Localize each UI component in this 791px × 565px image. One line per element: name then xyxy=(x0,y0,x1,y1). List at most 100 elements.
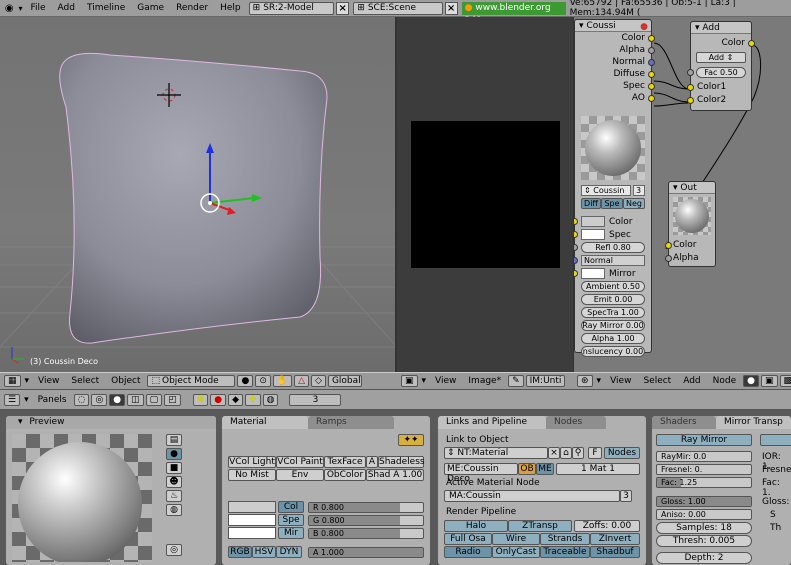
cushion-mesh[interactable] xyxy=(59,52,328,344)
shading-context-button[interactable]: ● xyxy=(109,393,126,406)
image-editor[interactable] xyxy=(397,17,573,372)
transp-fresnel-field[interactable]: Fresne xyxy=(762,465,791,475)
link-me-button[interactable]: ME xyxy=(536,463,554,475)
add-mode-select[interactable]: Add ⇕ xyxy=(696,52,746,63)
active-material-field[interactable]: MA:Coussin xyxy=(444,490,620,502)
hsv-mode-button[interactable]: HSV xyxy=(252,546,276,558)
output-node[interactable]: ▾ Out Color Alpha xyxy=(665,181,716,267)
raymir-slider[interactable]: RayMir: 0.0 xyxy=(656,451,752,462)
radio-button[interactable]: Radio xyxy=(444,546,492,558)
zoffs-field[interactable]: Zoffs: 0.00 xyxy=(574,520,640,532)
menu-game[interactable]: Game xyxy=(131,0,170,17)
node-menu-view[interactable]: View xyxy=(604,376,637,386)
editor-type-image[interactable]: ▣ xyxy=(401,375,418,387)
rgb-mode-button[interactable]: RGB xyxy=(228,546,252,558)
spe-button[interactable]: Spe xyxy=(278,514,304,526)
toggle-spe[interactable]: Spe xyxy=(601,198,623,209)
input-mirror-swatch[interactable] xyxy=(581,268,605,279)
node-menu-add[interactable]: Add xyxy=(677,376,706,386)
input-alpha[interactable]: Alpha 1.00 xyxy=(581,333,645,344)
input-refl[interactable]: Refl 0.80 xyxy=(581,242,645,253)
spe-swatch[interactable] xyxy=(228,514,276,526)
dyn-mode-button[interactable]: DYN xyxy=(276,546,302,558)
mode-selector[interactable]: ⬚ Object Mode xyxy=(147,375,236,387)
material-node-header[interactable]: ▾ Coussi ● xyxy=(575,20,651,32)
socket-in-color[interactable] xyxy=(574,218,578,225)
obcolor-button[interactable]: ObColor xyxy=(324,469,366,481)
node-material-users[interactable]: 3 xyxy=(633,185,645,196)
output-node-header[interactable]: ▾ Out xyxy=(669,182,715,194)
zinvert-button[interactable]: ZInvert xyxy=(590,533,640,545)
image-browse-button[interactable]: ✎ xyxy=(508,375,524,387)
pivot-select[interactable]: ⊙ xyxy=(255,375,271,387)
transp-thresh-field[interactable]: Th xyxy=(770,523,781,533)
socket-out-color[interactable] xyxy=(648,35,655,42)
screen-selector[interactable]: ⊞ SR:2-Model xyxy=(248,1,335,15)
material-subcontext-button[interactable]: ● xyxy=(210,393,227,406)
texture-subcontext-button[interactable]: ◆ xyxy=(228,393,244,406)
input-ambient[interactable]: Ambient 0.50 xyxy=(581,281,645,292)
node-editor[interactable]: ▾ Coussi ● Color Alpha Normal Diffuse Sp… xyxy=(573,17,791,372)
transp-fac-field[interactable]: Fac: 1. xyxy=(762,478,791,498)
vcol-light-button[interactable]: VCol Light xyxy=(228,456,276,468)
vp-menu-select[interactable]: Select xyxy=(65,376,105,386)
blue-slider[interactable]: B 0.800 xyxy=(308,528,424,539)
preview-refresh-button[interactable]: ◎ xyxy=(166,544,182,556)
tab-ramps[interactable]: Ramps xyxy=(308,416,394,429)
menu-toggle-icon[interactable]: ▾ xyxy=(18,4,22,13)
gloss-slider[interactable]: Gloss: 1.00 xyxy=(656,496,752,507)
vp-menu-object[interactable]: Object xyxy=(105,376,146,386)
red-slider[interactable]: R 0.800 xyxy=(308,502,424,513)
socket-out-normal[interactable] xyxy=(648,59,655,66)
shader-nodes-button[interactable]: ● xyxy=(743,375,759,387)
socket-out-ao[interactable] xyxy=(648,95,655,102)
menu-help[interactable]: Help xyxy=(214,0,247,17)
toggle-diff[interactable]: Diff xyxy=(581,198,601,209)
socket-add-out[interactable] xyxy=(748,40,755,47)
ztransp-button[interactable]: ZTransp xyxy=(508,520,572,532)
world-subcontext-button[interactable]: ◍ xyxy=(262,393,279,406)
tab-links-pipeline[interactable]: Links and Pipeline xyxy=(438,416,546,429)
preview-cube-button[interactable]: ■ xyxy=(166,462,182,474)
full-osa-button[interactable]: Full Osa xyxy=(444,533,492,545)
script-context-button[interactable]: ◎ xyxy=(91,393,108,406)
material-node[interactable]: ▾ Coussi ● Color Alpha Normal Diffuse Sp… xyxy=(574,19,655,357)
input-color-swatch[interactable] xyxy=(581,216,605,227)
onlycast-button[interactable]: OnlyCast xyxy=(492,546,540,558)
toggle-neg[interactable]: Neg xyxy=(623,198,645,209)
socket-in-normal[interactable] xyxy=(574,257,578,264)
shadbuf-button[interactable]: Shadbuf xyxy=(590,546,640,558)
node-menu-node[interactable]: Node xyxy=(707,376,743,386)
fac-slider[interactable]: Fac: 1.25 xyxy=(656,477,752,488)
tab-shaders[interactable]: Shaders xyxy=(652,416,716,429)
green-slider[interactable]: G 0.800 xyxy=(308,515,424,526)
socket-add-color1[interactable] xyxy=(687,84,694,91)
scene-context-button[interactable]: ◰ xyxy=(164,393,181,406)
mat-count-field[interactable]: 1 Mat 1 xyxy=(556,463,640,475)
col-swatch[interactable] xyxy=(228,501,276,513)
socket-out-diffuse[interactable] xyxy=(648,71,655,78)
collapse-icon[interactable]: ▾ xyxy=(18,417,23,427)
collapse-icon[interactable]: ▾ xyxy=(579,21,584,31)
mir-swatch[interactable] xyxy=(228,527,276,539)
editor-type-buttons[interactable]: ☰ xyxy=(4,393,21,406)
traceable-button[interactable]: Traceable xyxy=(540,546,590,558)
texface-button[interactable]: TexFace xyxy=(324,456,366,468)
env-button[interactable]: Env xyxy=(276,469,324,481)
draw-type-select[interactable]: ● xyxy=(237,375,254,387)
socket-add-color2[interactable] xyxy=(687,97,694,104)
collapse-icon[interactable]: ▾ xyxy=(695,23,700,33)
input-normal[interactable]: Normal xyxy=(581,255,645,266)
ray-mirror-button[interactable]: Ray Mirror xyxy=(656,434,752,446)
menu-add[interactable]: Add xyxy=(52,0,81,17)
add-fac[interactable]: Fac 0.50 xyxy=(696,67,746,78)
socket-add-fac[interactable] xyxy=(687,69,694,76)
shadeless-button[interactable]: Shadeless xyxy=(378,456,425,468)
halo-button[interactable]: Halo xyxy=(444,520,508,532)
editor-type-3d[interactable]: ▦ xyxy=(4,375,21,387)
socket-in-mirror[interactable] xyxy=(574,270,578,277)
nodetree-unlink-button[interactable]: × xyxy=(548,447,560,459)
active-material-users[interactable]: 3 xyxy=(620,490,632,502)
tab-material[interactable]: Material xyxy=(222,416,308,429)
logic-context-button[interactable]: ◌ xyxy=(73,393,90,406)
